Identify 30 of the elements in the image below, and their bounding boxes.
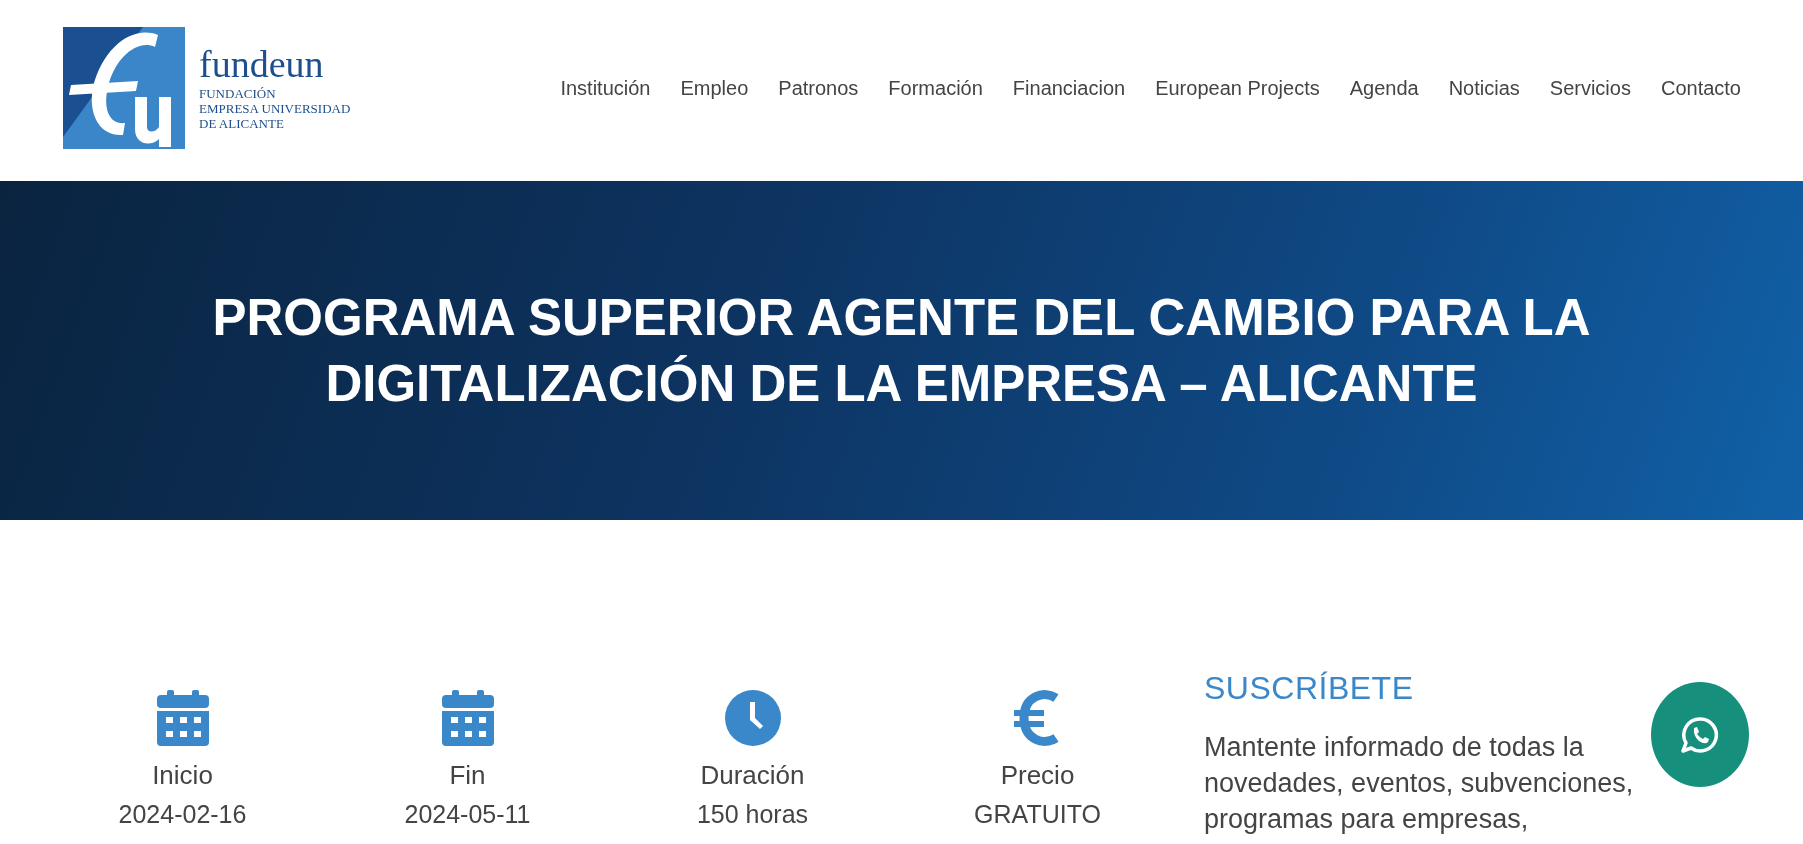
subscribe-text: Mantente informado de todas la novedades, eventos, subvenciones, programas para empresas, (1204, 731, 1635, 836)
nav-link[interactable]: Institución (560, 77, 651, 100)
nav-link[interactable]: European Projects (1155, 77, 1320, 100)
nav-link[interactable]: Patronos (778, 77, 859, 100)
fact-label: Duración (700, 759, 805, 792)
fact-value: 2024-05-11 (404, 799, 531, 830)
nav-link[interactable]: Formación (888, 77, 983, 100)
calendar-icon (154, 690, 211, 746)
chat-bubble-icon (1680, 714, 1720, 755)
nav-link[interactable]: Financiacion (1012, 77, 1126, 100)
nav-link[interactable]: Empleo (680, 77, 749, 100)
nav-link[interactable]: Contacto (1660, 77, 1741, 100)
logo-subtitle: DE ALICANTE (199, 116, 285, 131)
logo-subtitle: EMPRESA UNIVERSIDAD (199, 101, 351, 116)
nav-link[interactable]: Agenda (1349, 77, 1419, 100)
fact-value: 2024-02-16 (118, 799, 247, 830)
hero-title: PROGRAMA SUPERIOR AGENTE DEL CAMBIO PARA LA DIGITALIZACIÓN DE LA EMPRESA – ALICANTE (212, 287, 1591, 414)
nav-link[interactable]: Noticias (1448, 77, 1520, 100)
clock-icon (724, 690, 781, 746)
fact-value: 150 horas (696, 799, 809, 830)
calendar-icon (439, 690, 496, 746)
logo-mark-icon (63, 26, 185, 149)
logo-name: fundeun (199, 44, 325, 84)
fact-label: Precio (1000, 759, 1075, 792)
nav-link[interactable]: Servicios (1549, 77, 1631, 100)
fact-label: Fin (449, 759, 486, 792)
fact-value: GRATUITO (974, 799, 1101, 830)
logo-subtitle: FUNDACIÓN (199, 86, 277, 101)
fact-label: Inicio (152, 759, 213, 792)
subscribe-heading: SUSCRÍBETE (1204, 670, 1415, 707)
